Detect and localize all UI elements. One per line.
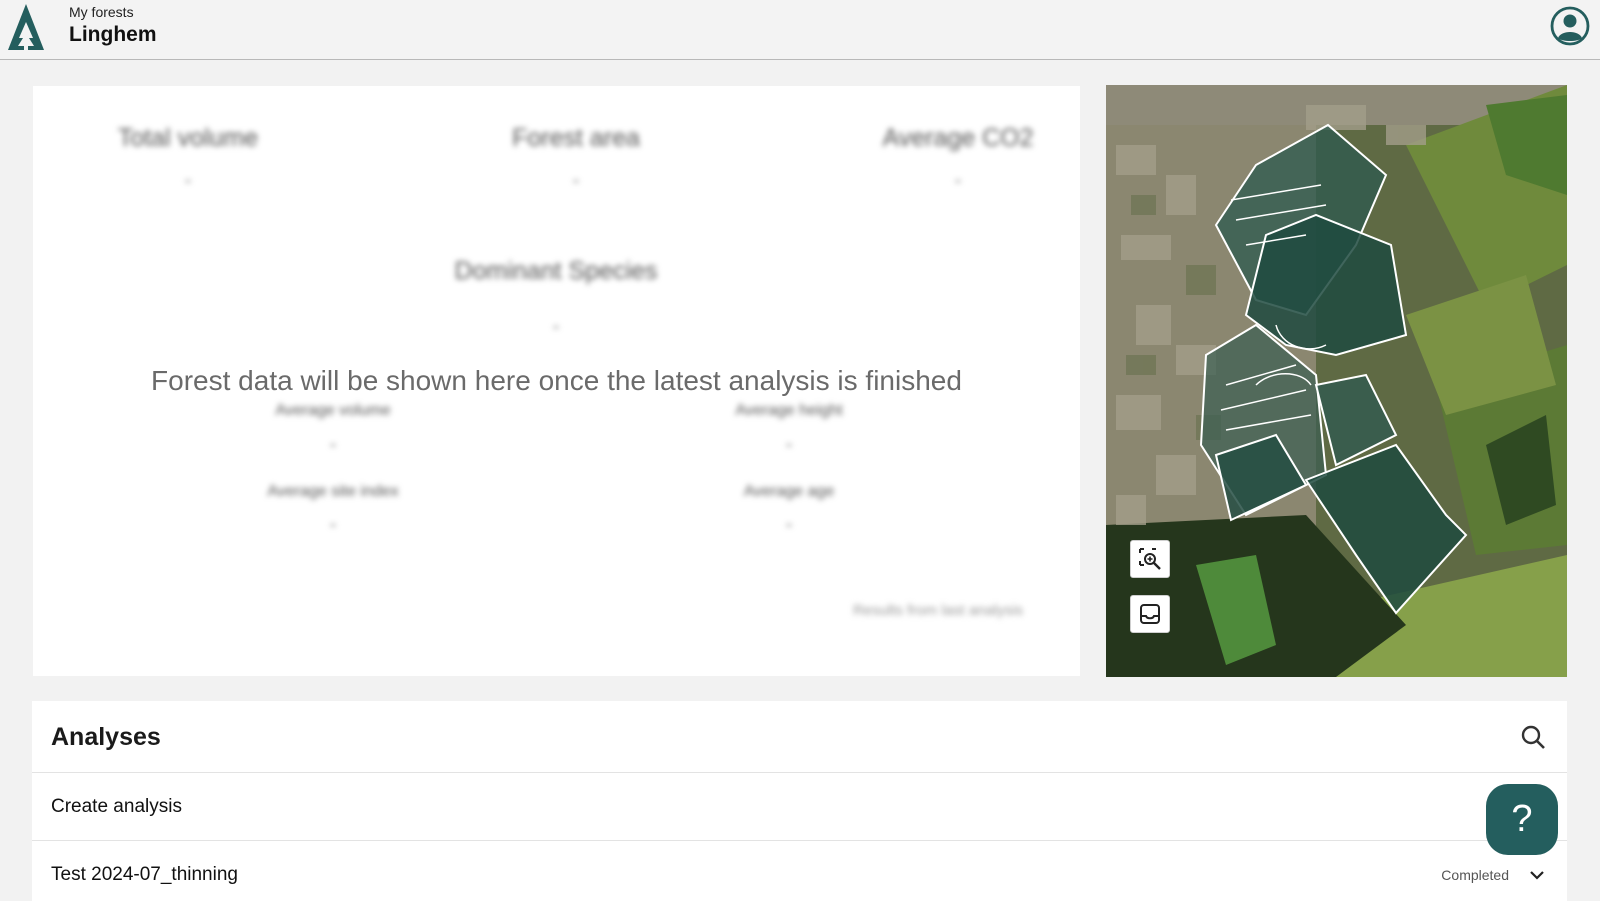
stat-label-average-age: Average age <box>743 483 835 500</box>
results-footnote: Results from last analysis <box>852 602 1024 619</box>
analysis-pending-message: Forest data will be shown here once the … <box>151 365 962 396</box>
stat-label-forest-area: Forest area <box>512 124 640 152</box>
satellite-imagery <box>1106 85 1567 677</box>
top-bar: My forests Linghem <box>0 0 1600 60</box>
stat-value-average-height: - <box>786 434 792 454</box>
chevron-down-icon[interactable] <box>1527 865 1547 885</box>
stat-value-average-co2: - <box>955 170 961 190</box>
search-icon[interactable] <box>1519 723 1547 751</box>
stat-label-average-co2: Average CO2 <box>882 124 1034 152</box>
tree-logo-icon[interactable] <box>4 4 48 50</box>
stat-value-total-volume: - <box>185 170 191 190</box>
stat-label-average-volume: Average volume <box>275 402 391 419</box>
forest-summary-card: Total volume - Forest area - Average CO2… <box>33 86 1080 676</box>
help-button[interactable]: ? <box>1486 784 1558 855</box>
stat-label-dominant-species: Dominant Species <box>454 257 658 285</box>
analyses-panel: Analyses Create analysis Test 2024-07_th… <box>32 701 1567 901</box>
breadcrumb-parent[interactable]: My forests <box>69 4 134 20</box>
analyses-header: Analyses <box>32 701 1567 773</box>
inbox-button[interactable] <box>1130 595 1170 633</box>
analysis-status-badge: Completed <box>1441 867 1509 883</box>
help-question-icon: ? <box>1511 798 1533 840</box>
user-account-icon[interactable] <box>1550 6 1590 46</box>
create-analysis-label[interactable]: Create analysis <box>51 796 182 818</box>
stat-value-average-age: - <box>786 514 792 534</box>
stat-value-average-site-index: - <box>330 514 336 534</box>
forest-map[interactable] <box>1106 85 1567 677</box>
stat-value-dominant-species: - <box>553 316 559 336</box>
analysis-list-item[interactable]: Test 2024-07_thinning Completed <box>32 841 1567 901</box>
stat-label-average-site-index: Average site index <box>267 483 399 500</box>
inbox-icon <box>1140 604 1160 624</box>
page-title: Linghem <box>69 23 157 46</box>
stat-label-average-height: Average height <box>735 402 843 419</box>
zoom-to-area-button[interactable] <box>1130 540 1170 578</box>
stat-label-total-volume: Total volume <box>117 124 259 152</box>
analysis-name[interactable]: Test 2024-07_thinning <box>51 864 238 886</box>
create-analysis-row[interactable]: Create analysis <box>32 773 1567 841</box>
stat-value-average-volume: - <box>330 434 336 454</box>
zoom-to-area-icon <box>1139 548 1161 570</box>
stat-value-forest-area: - <box>573 170 579 190</box>
analyses-title: Analyses <box>51 723 161 751</box>
